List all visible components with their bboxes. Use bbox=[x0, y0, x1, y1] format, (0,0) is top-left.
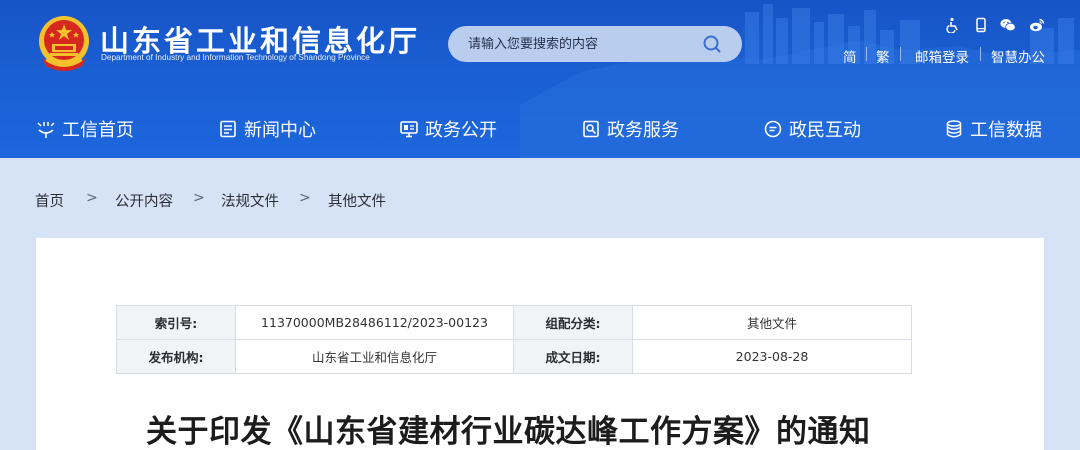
weibo-icon[interactable] bbox=[1029, 17, 1045, 33]
breadcrumb-item-other-documents[interactable]: 其他文件 bbox=[328, 190, 386, 211]
nav-item-news[interactable]: 新闻中心 bbox=[218, 114, 316, 144]
nav-item-government-affairs[interactable]: 政务公开 bbox=[399, 114, 497, 144]
nav-item-public-interaction[interactable]: 政民互动 bbox=[763, 114, 861, 144]
home-icon bbox=[37, 122, 55, 138]
breadcrumb-item-public-content[interactable]: 公开内容 bbox=[115, 190, 173, 211]
simplified-chinese-link[interactable]: 简 bbox=[843, 46, 857, 66]
traditional-chinese-link[interactable]: 繁 bbox=[876, 46, 890, 66]
table-row: 索引号: 11370000MB28486112/2023-00123 组配分类:… bbox=[116, 305, 912, 340]
news-icon bbox=[220, 120, 236, 138]
nav-item-label: 工信数据 bbox=[970, 120, 1042, 141]
monitor-icon bbox=[400, 121, 418, 138]
top-link-divider bbox=[900, 47, 901, 61]
nav-item-label: 政民互动 bbox=[789, 120, 861, 141]
mobile-icon[interactable] bbox=[973, 17, 989, 33]
top-links: 简 繁 邮箱登录 智慧办公 bbox=[0, 46, 1080, 66]
table-row: 发布机构: 山东省工业和信息化厅 成文日期: 2023-08-28 bbox=[116, 339, 912, 374]
nav-item-government-service[interactable]: 政务服务 bbox=[581, 114, 679, 144]
main-nav: 工信首页 新闻中心 政务公开 政务服务 政民互动 工信数据 bbox=[0, 106, 1080, 152]
nav-item-industry-data[interactable]: 工信数据 bbox=[944, 114, 1042, 144]
nav-item-label: 政务服务 bbox=[607, 120, 679, 141]
breadcrumb-item-regulations[interactable]: 法规文件 bbox=[221, 190, 279, 211]
date-label: 成文日期: bbox=[513, 339, 633, 374]
issuer-label: 发布机构: bbox=[116, 339, 236, 374]
issuer-value: 山东省工业和信息化厅 bbox=[235, 339, 514, 374]
nav-item-label: 工信首页 bbox=[62, 120, 134, 141]
wechat-icon[interactable] bbox=[1000, 17, 1016, 33]
breadcrumb-separator: > bbox=[193, 190, 205, 206]
article-title: 关于印发《山东省建材行业碳达峰工作方案》的通知 bbox=[146, 414, 871, 450]
date-value: 2023-08-28 bbox=[632, 339, 912, 374]
service-icon bbox=[583, 120, 599, 138]
smart-office-link[interactable]: 智慧办公 bbox=[991, 46, 1045, 66]
breadcrumb-separator: > bbox=[299, 190, 311, 206]
breadcrumb: 首页 > 公开内容 > 法规文件 > 其他文件 bbox=[35, 190, 455, 210]
top-link-divider bbox=[980, 47, 981, 61]
nav-item-label: 政务公开 bbox=[425, 120, 497, 141]
site-header: 山东省工业和信息化厅 Department of Industry and In… bbox=[0, 0, 1080, 158]
mail-login-link[interactable]: 邮箱登录 bbox=[915, 46, 969, 66]
breadcrumb-item-home[interactable]: 首页 bbox=[35, 190, 64, 211]
breadcrumb-separator: > bbox=[86, 190, 98, 206]
document-meta-table: 索引号: 11370000MB28486112/2023-00123 组配分类:… bbox=[116, 305, 912, 374]
accessibility-toolbar bbox=[941, 17, 1049, 35]
content-card: 索引号: 11370000MB28486112/2023-00123 组配分类:… bbox=[36, 238, 1044, 450]
nav-item-home[interactable]: 工信首页 bbox=[36, 114, 134, 144]
nav-item-label: 新闻中心 bbox=[244, 120, 316, 141]
index-number-value: 11370000MB28486112/2023-00123 bbox=[235, 305, 514, 340]
index-number-label: 索引号: bbox=[116, 305, 236, 340]
top-link-divider bbox=[866, 47, 867, 61]
category-label: 组配分类: bbox=[513, 305, 633, 340]
database-icon bbox=[946, 120, 962, 138]
category-value: 其他文件 bbox=[632, 305, 912, 340]
accessibility-icon[interactable] bbox=[945, 17, 961, 33]
chat-icon bbox=[764, 120, 782, 138]
